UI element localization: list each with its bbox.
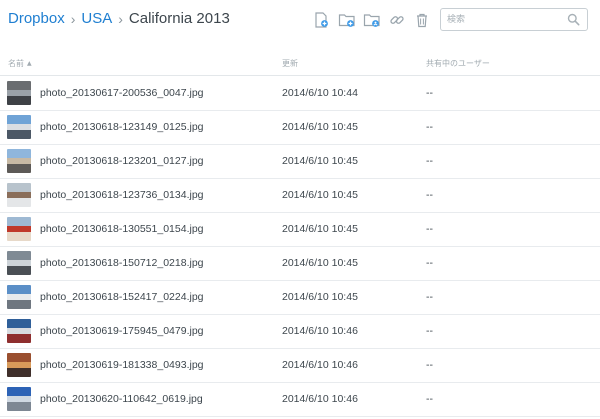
file-modified: 2014/6/10 10:46 <box>282 325 358 337</box>
column-header-modified[interactable]: 更新 <box>282 58 298 69</box>
breadcrumb-separator: › <box>118 10 123 27</box>
column-header-name[interactable]: 名前 ▲ <box>8 58 32 69</box>
file-row[interactable]: photo_20130618-123149_0125.jpg 2014/6/10… <box>0 111 600 145</box>
photo-thumbnail <box>7 319 31 343</box>
share-link-icon <box>390 16 404 24</box>
photo-thumbnail <box>7 81 31 105</box>
delete-button[interactable] <box>413 11 431 29</box>
file-shared-with: -- <box>426 121 433 133</box>
breadcrumb: Dropbox › USA › California 2013 <box>8 10 230 27</box>
file-row[interactable]: photo_20130620-110642_0619.jpg 2014/6/10… <box>0 383 600 417</box>
file-name[interactable]: photo_20130620-110642_0619.jpg <box>40 393 203 405</box>
file-shared-with: -- <box>426 359 433 371</box>
file-name[interactable]: photo_20130618-123736_0134.jpg <box>40 189 204 201</box>
file-name[interactable]: photo_20130618-130551_0154.jpg <box>40 223 204 235</box>
file-row[interactable]: photo_20130619-175945_0479.jpg 2014/6/10… <box>0 315 600 349</box>
file-name[interactable]: photo_20130617-200536_0047.jpg <box>40 87 204 99</box>
file-name[interactable]: photo_20130618-150712_0218.jpg <box>40 257 204 269</box>
search-box <box>440 8 588 31</box>
photo-thumbnail <box>7 285 31 309</box>
new-folder-button[interactable] <box>338 11 356 29</box>
shared-folder-button[interactable] <box>363 11 381 29</box>
current-folder-title: California 2013 <box>128 10 230 27</box>
file-name[interactable]: photo_20130619-181338_0493.jpg <box>40 359 204 371</box>
file-modified: 2014/6/10 10:46 <box>282 359 358 371</box>
file-list-header: 名前 ▲ 更新 共有中のユーザー <box>0 52 600 76</box>
upload-file-button[interactable] <box>312 11 330 29</box>
file-shared-with: -- <box>426 325 433 337</box>
sort-ascending-icon: ▲ <box>27 60 32 67</box>
file-name[interactable]: photo_20130618-152417_0224.jpg <box>40 291 204 303</box>
photo-thumbnail <box>7 387 31 411</box>
file-shared-with: -- <box>426 87 433 99</box>
breadcrumb-separator: › <box>70 10 76 27</box>
photo-thumbnail <box>7 353 31 377</box>
column-header-shared[interactable]: 共有中のユーザー <box>426 58 490 69</box>
file-name[interactable]: photo_20130618-123149_0125.jpg <box>40 121 204 133</box>
file-shared-with: -- <box>426 155 433 167</box>
photo-thumbnail <box>7 217 31 241</box>
breadcrumb-usa[interactable]: USA <box>81 10 112 27</box>
file-modified: 2014/6/10 10:46 <box>282 393 358 405</box>
file-name[interactable]: photo_20130619-175945_0479.jpg <box>40 325 204 337</box>
file-row[interactable]: photo_20130618-152417_0224.jpg 2014/6/10… <box>0 281 600 315</box>
search-input[interactable] <box>441 9 561 30</box>
file-shared-with: -- <box>426 189 433 201</box>
file-shared-with: -- <box>426 291 433 303</box>
file-shared-with: -- <box>426 393 433 405</box>
file-modified: 2014/6/10 10:45 <box>282 189 358 201</box>
photo-thumbnail <box>7 149 31 173</box>
file-row[interactable]: photo_20130619-181338_0493.jpg 2014/6/10… <box>0 349 600 383</box>
file-modified: 2014/6/10 10:45 <box>282 121 358 133</box>
upload-file-icon <box>315 12 328 28</box>
search-icon[interactable] <box>567 13 580 26</box>
file-row[interactable]: photo_20130617-200536_0047.jpg 2014/6/10… <box>0 77 600 111</box>
file-modified: 2014/6/10 10:45 <box>282 223 358 235</box>
file-row[interactable]: photo_20130618-130551_0154.jpg 2014/6/10… <box>0 213 600 247</box>
share-link-button[interactable] <box>388 11 406 29</box>
new-folder-icon <box>338 14 355 27</box>
file-shared-with: -- <box>426 223 433 235</box>
file-row[interactable]: photo_20130618-150712_0218.jpg 2014/6/10… <box>0 247 600 281</box>
file-name[interactable]: photo_20130618-123201_0127.jpg <box>40 155 204 167</box>
shared-folder-icon <box>363 14 380 27</box>
file-shared-with: -- <box>426 257 433 269</box>
file-modified: 2014/6/10 10:45 <box>282 291 358 303</box>
file-modified: 2014/6/10 10:45 <box>282 155 358 167</box>
file-modified: 2014/6/10 10:45 <box>282 257 358 269</box>
file-row[interactable]: photo_20130618-123736_0134.jpg 2014/6/10… <box>0 179 600 213</box>
delete-icon <box>417 13 427 28</box>
file-row[interactable]: photo_20130618-123201_0127.jpg 2014/6/10… <box>0 145 600 179</box>
photo-thumbnail <box>7 183 31 207</box>
top-bar: Dropbox › USA › California 2013 <box>0 0 600 44</box>
photo-thumbnail <box>7 251 31 275</box>
breadcrumb-dropbox[interactable]: Dropbox <box>8 10 65 27</box>
file-modified: 2014/6/10 10:44 <box>282 87 358 99</box>
column-header-name-label: 名前 <box>8 59 24 68</box>
photo-thumbnail <box>7 115 31 139</box>
